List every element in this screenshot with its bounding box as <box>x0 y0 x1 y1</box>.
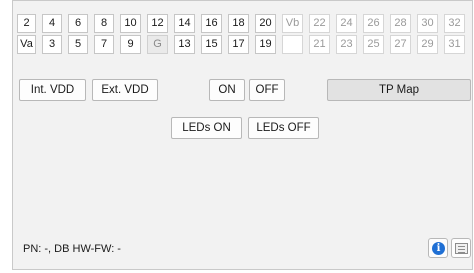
power-off-button[interactable]: OFF <box>249 79 285 101</box>
pin-15[interactable]: 15 <box>201 35 222 54</box>
pin-31: 31 <box>444 35 465 54</box>
pin-g: G <box>147 35 168 54</box>
pin-28: 28 <box>390 14 411 33</box>
pin-12[interactable]: 12 <box>147 14 168 33</box>
pin-panel: 2 4 6 8 10 12 14 16 18 20 Vb 22 24 26 28 30 32 Va 3 5 7 9 G 13… <box>12 0 473 270</box>
pin-5[interactable]: 5 <box>68 35 88 54</box>
pin-10[interactable]: 10 <box>120 14 141 33</box>
pin-16[interactable]: 16 <box>201 14 222 33</box>
pin-17[interactable]: 17 <box>228 35 249 54</box>
pin-24: 24 <box>336 14 357 33</box>
pin-blank <box>282 35 303 54</box>
pin-vb: Vb <box>282 14 303 33</box>
info-button[interactable]: i <box>428 238 448 258</box>
pin-2[interactable]: 2 <box>17 14 36 33</box>
pin-21: 21 <box>309 35 330 54</box>
tp-map-button[interactable]: TP Map <box>327 79 471 101</box>
list-button[interactable] <box>451 238 471 258</box>
leds-off-button[interactable]: LEDs OFF <box>248 117 319 139</box>
pin-18[interactable]: 18 <box>228 14 249 33</box>
pin-6[interactable]: 6 <box>68 14 88 33</box>
pin-29: 29 <box>417 35 438 54</box>
int-vdd-button[interactable]: Int. VDD <box>19 79 86 101</box>
pin-va[interactable]: Va <box>17 35 36 54</box>
pin-14[interactable]: 14 <box>174 14 195 33</box>
status-text: PN: -, DB HW-FW: - <box>23 243 121 255</box>
pin-25: 25 <box>363 35 384 54</box>
power-on-button[interactable]: ON <box>209 79 245 101</box>
pin-30: 30 <box>417 14 438 33</box>
pin-26: 26 <box>363 14 384 33</box>
list-icon <box>455 243 468 254</box>
pin-22: 22 <box>309 14 330 33</box>
leds-on-button[interactable]: LEDs ON <box>171 117 242 139</box>
pin-8[interactable]: 8 <box>94 14 114 33</box>
pin-9[interactable]: 9 <box>120 35 141 54</box>
pin-19[interactable]: 19 <box>255 35 276 54</box>
pin-3[interactable]: 3 <box>42 35 62 54</box>
ext-vdd-button[interactable]: Ext. VDD <box>92 79 158 101</box>
pin-27: 27 <box>390 35 411 54</box>
pin-23: 23 <box>336 35 357 54</box>
pin-7[interactable]: 7 <box>94 35 114 54</box>
pin-4[interactable]: 4 <box>42 14 62 33</box>
info-icon: i <box>432 242 445 255</box>
pin-20[interactable]: 20 <box>255 14 276 33</box>
pin-13[interactable]: 13 <box>174 35 195 54</box>
pin-32: 32 <box>444 14 465 33</box>
